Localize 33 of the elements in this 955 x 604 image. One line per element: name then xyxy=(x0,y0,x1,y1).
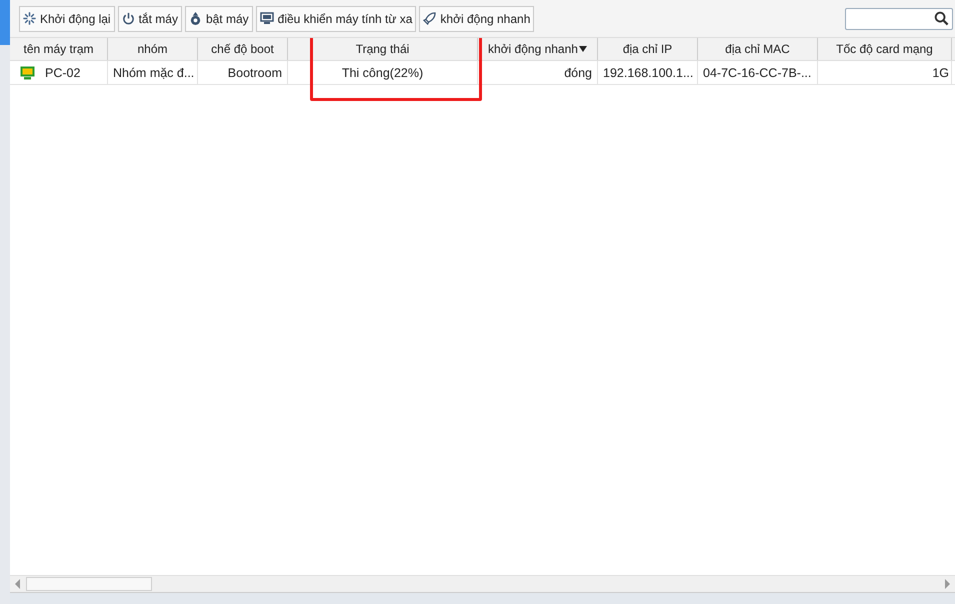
computer-icon xyxy=(20,66,35,80)
power-icon xyxy=(122,12,135,25)
toolbar-button[interactable]: khởi động nhanh xyxy=(419,6,534,32)
search-icon xyxy=(934,10,949,26)
table-cell: 192.168.100.1... xyxy=(603,66,694,80)
horizontal-scrollbar[interactable] xyxy=(10,575,955,592)
toolbar-button[interactable]: Khởi động lại xyxy=(19,6,115,32)
search-field[interactable] xyxy=(845,8,953,30)
column-header[interactable]: địa chỉ IP xyxy=(598,38,698,60)
table-cell: Thi công(22%) xyxy=(342,66,424,80)
table-cell: Nhóm mặc đ... xyxy=(113,66,194,80)
column-header[interactable]: địa chỉ MAC xyxy=(698,38,818,60)
column-header[interactable]: nhóm xyxy=(108,38,198,60)
scrollbar-thumb[interactable] xyxy=(26,577,152,591)
power-on-icon xyxy=(188,12,202,26)
monitor-icon xyxy=(260,12,274,25)
scroll-left-icon xyxy=(14,579,22,589)
column-header[interactable]: Trạng thái xyxy=(288,38,478,60)
column-header[interactable]: Tốc độ card mạng xyxy=(818,38,952,60)
spinner-icon xyxy=(23,12,36,25)
toolbar-button[interactable]: tắt máy xyxy=(118,6,182,32)
table-cell: Bootroom xyxy=(228,66,282,80)
column-header[interactable]: tên máy trạm xyxy=(10,38,108,60)
table-cell: đóng xyxy=(564,66,592,80)
scroll-right-icon xyxy=(943,579,951,589)
table-cell: 04-7C-16-CC-7B-... xyxy=(703,66,812,80)
column-header[interactable]: chế độ boot xyxy=(198,38,288,60)
toolbar-button[interactable]: bật máy xyxy=(184,6,253,32)
column-header[interactable]: khởi động nhanh xyxy=(478,38,598,60)
table-cell: 1G xyxy=(932,66,949,80)
toolbar-button[interactable]: điều khiển máy tính từ xa xyxy=(256,6,416,32)
table-row[interactable]: PC-02 Nhóm mặc đ... Bootroom Thi công(22%) đóng 192.168.100.1... 04-7C-16-CC-7B-... 1G xyxy=(10,61,955,85)
table-cell: PC-02 xyxy=(45,66,80,80)
